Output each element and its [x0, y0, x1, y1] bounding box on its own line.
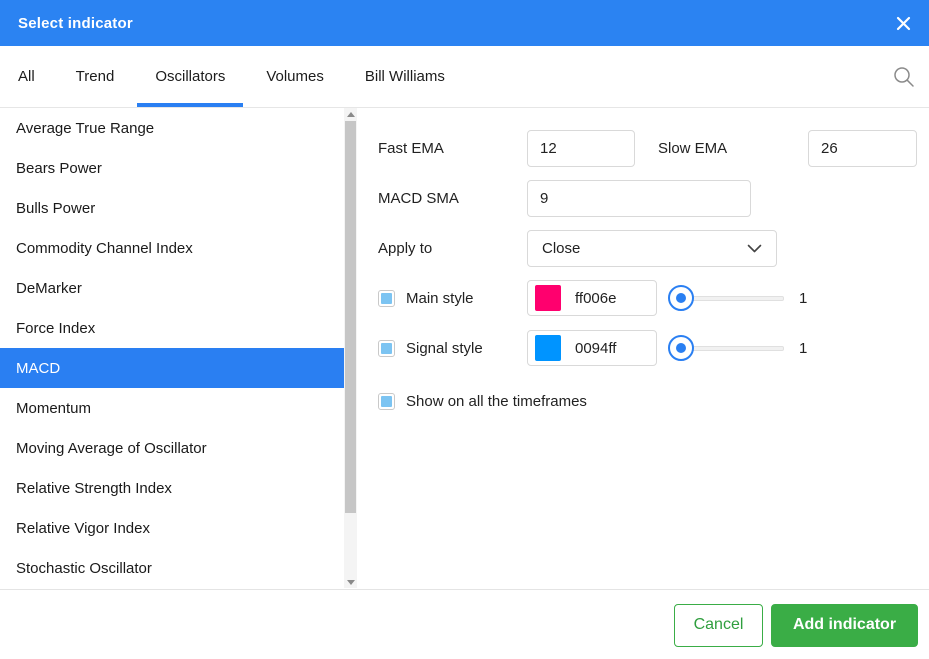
list-item-moving-average-of-oscillator[interactable]: Moving Average of Oscillator: [0, 428, 345, 468]
main-style-checkbox[interactable]: [378, 290, 395, 307]
apply-to-value: Close: [542, 240, 580, 257]
fast-ema-label: Fast EMA: [378, 140, 527, 157]
select-indicator-dialog: Select indicator All Trend Oscillators V…: [0, 0, 929, 659]
tab-volumes[interactable]: Volumes: [248, 46, 342, 107]
scrollbar-up-arrow-icon[interactable]: [344, 108, 357, 120]
list-item-force-index[interactable]: Force Index: [0, 308, 345, 348]
list-scrollbar[interactable]: [344, 108, 357, 588]
indicator-list: Average True Range Bears Power Bulls Pow…: [0, 108, 345, 588]
list-item-average-true-range[interactable]: Average True Range: [0, 108, 345, 148]
list-item-commodity-channel-index[interactable]: Commodity Channel Index: [0, 228, 345, 268]
macd-sma-row: MACD SMA: [378, 180, 917, 217]
main-style-width-slider[interactable]: 1: [668, 285, 807, 311]
show-all-timeframes-label: Show on all the timeframes: [406, 393, 587, 410]
main-style-color-swatch: [535, 285, 561, 311]
list-item-bulls-power[interactable]: Bulls Power: [0, 188, 345, 228]
chevron-down-icon: [747, 244, 762, 253]
search-icon: [892, 65, 916, 89]
slow-ema-input[interactable]: [808, 130, 917, 167]
signal-style-width-value: 1: [799, 340, 807, 357]
category-tabbar: All Trend Oscillators Volumes Bill Willi…: [0, 46, 929, 108]
scrollbar-down-arrow-icon[interactable]: [344, 576, 357, 588]
signal-style-color-swatch: [535, 335, 561, 361]
close-button[interactable]: [891, 11, 915, 35]
signal-style-slider-thumb[interactable]: [668, 335, 694, 361]
scrollbar-thumb[interactable]: [345, 121, 356, 513]
cancel-button[interactable]: Cancel: [674, 604, 763, 647]
macd-sma-input[interactable]: [527, 180, 751, 217]
main-style-width-value: 1: [799, 290, 807, 307]
dialog-content: Average True Range Bears Power Bulls Pow…: [0, 108, 929, 589]
apply-to-label: Apply to: [378, 240, 527, 257]
signal-style-row: Signal style 0094ff 1: [378, 330, 917, 366]
show-all-timeframes-checkbox[interactable]: [378, 393, 395, 410]
list-item-relative-vigor-index[interactable]: Relative Vigor Index: [0, 508, 345, 548]
signal-style-color-field[interactable]: 0094ff: [527, 330, 657, 366]
dialog-title: Select indicator: [18, 15, 133, 32]
add-indicator-button[interactable]: Add indicator: [771, 604, 918, 647]
dialog-footer: Cancel Add indicator: [0, 589, 929, 659]
main-style-slider-track[interactable]: [692, 296, 784, 301]
list-item-relative-strength-index[interactable]: Relative Strength Index: [0, 468, 345, 508]
main-style-color-hex: ff006e: [575, 290, 616, 307]
indicator-list-pane: Average True Range Bears Power Bulls Pow…: [0, 108, 358, 589]
signal-style-label: Signal style: [406, 340, 527, 357]
close-icon: [896, 16, 911, 31]
show-all-timeframes-row: Show on all the timeframes: [378, 393, 917, 410]
main-style-label: Main style: [406, 290, 527, 307]
indicator-settings-pane: Fast EMA Slow EMA MACD SMA Apply to Clos…: [358, 108, 929, 589]
tab-all[interactable]: All: [0, 46, 53, 107]
list-item-demarker[interactable]: DeMarker: [0, 268, 345, 308]
show-all-timeframes-checkbox-fill: [381, 396, 392, 407]
list-item-stochastic-oscillator[interactable]: Stochastic Oscillator: [0, 548, 345, 588]
apply-to-row: Apply to Close: [378, 230, 917, 267]
main-style-color-field[interactable]: ff006e: [527, 280, 657, 316]
signal-style-color-hex: 0094ff: [575, 340, 616, 357]
main-style-row: Main style ff006e 1: [378, 280, 917, 316]
list-item-macd[interactable]: MACD: [0, 348, 345, 388]
signal-style-checkbox[interactable]: [378, 340, 395, 357]
signal-style-checkbox-fill: [381, 343, 392, 354]
main-style-slider-thumb[interactable]: [668, 285, 694, 311]
tab-oscillators[interactable]: Oscillators: [137, 46, 243, 107]
tab-trend[interactable]: Trend: [58, 46, 133, 107]
dialog-titlebar: Select indicator: [0, 0, 929, 46]
ema-row: Fast EMA Slow EMA: [378, 130, 917, 167]
slow-ema-label: Slow EMA: [658, 140, 808, 157]
search-button[interactable]: [887, 60, 921, 94]
apply-to-select[interactable]: Close: [527, 230, 777, 267]
main-style-checkbox-fill: [381, 293, 392, 304]
macd-sma-label: MACD SMA: [378, 190, 527, 207]
list-item-bears-power[interactable]: Bears Power: [0, 148, 345, 188]
list-item-momentum[interactable]: Momentum: [0, 388, 345, 428]
fast-ema-input[interactable]: [527, 130, 635, 167]
signal-style-width-slider[interactable]: 1: [668, 335, 807, 361]
tab-bill-williams[interactable]: Bill Williams: [347, 46, 463, 107]
signal-style-slider-track[interactable]: [692, 346, 784, 351]
